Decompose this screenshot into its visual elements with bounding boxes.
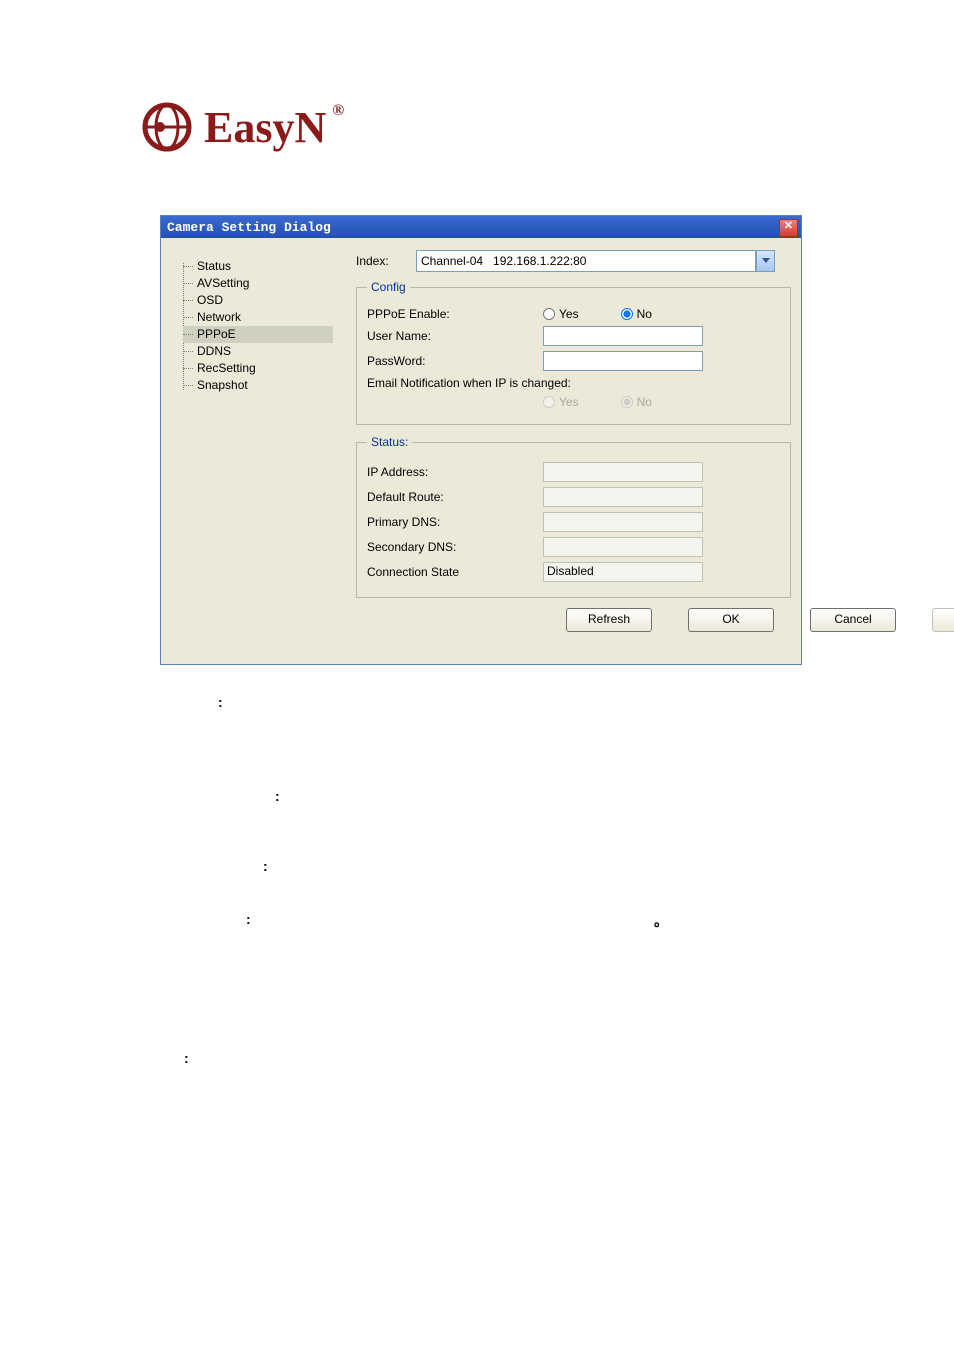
password-label: PassWord: xyxy=(367,354,543,368)
tree-item-avsetting[interactable]: AVSetting xyxy=(183,275,333,292)
default-route-value xyxy=(543,487,703,507)
radio-pppoe-no[interactable] xyxy=(621,308,633,320)
secondary-dns-value xyxy=(543,537,703,557)
stray-circle: 。 xyxy=(654,911,668,931)
username-input[interactable] xyxy=(543,326,703,346)
primary-dns-value xyxy=(543,512,703,532)
radio-pppoe-yes[interactable] xyxy=(543,308,555,320)
brand-logo: EasyN ® xyxy=(140,100,326,154)
pppoe-enable-yes[interactable]: Yes xyxy=(543,307,579,321)
config-legend: Config xyxy=(367,280,410,294)
dialog-titlebar: Camera Setting Dialog ✕ xyxy=(161,216,801,238)
logo-text: EasyN ® xyxy=(204,102,326,153)
tree-item-ddns[interactable]: DDNS xyxy=(183,343,333,360)
tree-item-pppoe[interactable]: PPPoE xyxy=(183,326,333,343)
email-notif-label: Email Notification when IP is changed: xyxy=(367,376,571,390)
registered-icon: ® xyxy=(332,102,344,120)
tree-item-recsetting[interactable]: RecSetting xyxy=(183,360,333,377)
stray-colon-2: : xyxy=(275,788,280,804)
primary-dns-label: Primary DNS: xyxy=(367,515,543,529)
index-row: Index: xyxy=(356,250,791,272)
connection-state-value: Disabled xyxy=(543,562,703,582)
status-legend: Status: xyxy=(367,435,412,449)
close-button[interactable]: ✕ xyxy=(779,219,798,237)
stray-colon-3: : xyxy=(263,858,268,874)
password-input[interactable] xyxy=(543,351,703,371)
ip-address-value xyxy=(543,462,703,482)
tree-item-osd[interactable]: OSD xyxy=(183,292,333,309)
tree-item-snapshot[interactable]: Snapshot xyxy=(183,377,333,394)
radio-email-yes xyxy=(543,396,555,408)
ip-address-label: IP Address: xyxy=(367,465,543,479)
tree-item-network[interactable]: Network xyxy=(183,309,333,326)
index-dropdown-button[interactable] xyxy=(756,250,775,272)
index-label: Index: xyxy=(356,254,416,268)
camera-setting-dialog: Camera Setting Dialog ✕ Status AVSetting… xyxy=(160,215,802,665)
pppoe-enable-label: PPPoE Enable: xyxy=(367,307,543,321)
tree-item-status[interactable]: Status xyxy=(183,258,333,275)
stray-colon-1: : xyxy=(218,694,223,710)
button-row: Refresh OK Cancel Apply xyxy=(566,608,791,632)
chevron-down-icon xyxy=(762,258,770,264)
radio-email-no xyxy=(621,396,633,408)
email-notif-no: No xyxy=(621,395,652,409)
cancel-button[interactable]: Cancel xyxy=(810,608,896,632)
apply-button: Apply xyxy=(932,608,954,632)
config-fieldset: Config PPPoE Enable: Yes No xyxy=(356,280,791,425)
username-label: User Name: xyxy=(367,329,543,343)
ok-button[interactable]: OK xyxy=(688,608,774,632)
pppoe-enable-no[interactable]: No xyxy=(621,307,652,321)
dialog-title: Camera Setting Dialog xyxy=(167,220,331,235)
close-icon: ✕ xyxy=(784,221,793,233)
default-route-label: Default Route: xyxy=(367,490,543,504)
stray-colon-5: : xyxy=(184,1050,189,1066)
email-notif-yes: Yes xyxy=(543,395,579,409)
logo-mark-icon xyxy=(140,100,194,154)
stray-colon-4: : xyxy=(246,911,251,927)
connection-state-label: Connection State xyxy=(367,565,543,579)
refresh-button[interactable]: Refresh xyxy=(566,608,652,632)
status-fieldset: Status: IP Address: Default Route: Prima… xyxy=(356,435,791,598)
settings-tree: Status AVSetting OSD Network PPPoE DDNS … xyxy=(183,258,333,394)
index-dropdown-input[interactable] xyxy=(416,250,756,272)
secondary-dns-label: Secondary DNS: xyxy=(367,540,543,554)
dialog-content: Status AVSetting OSD Network PPPoE DDNS … xyxy=(161,238,801,664)
